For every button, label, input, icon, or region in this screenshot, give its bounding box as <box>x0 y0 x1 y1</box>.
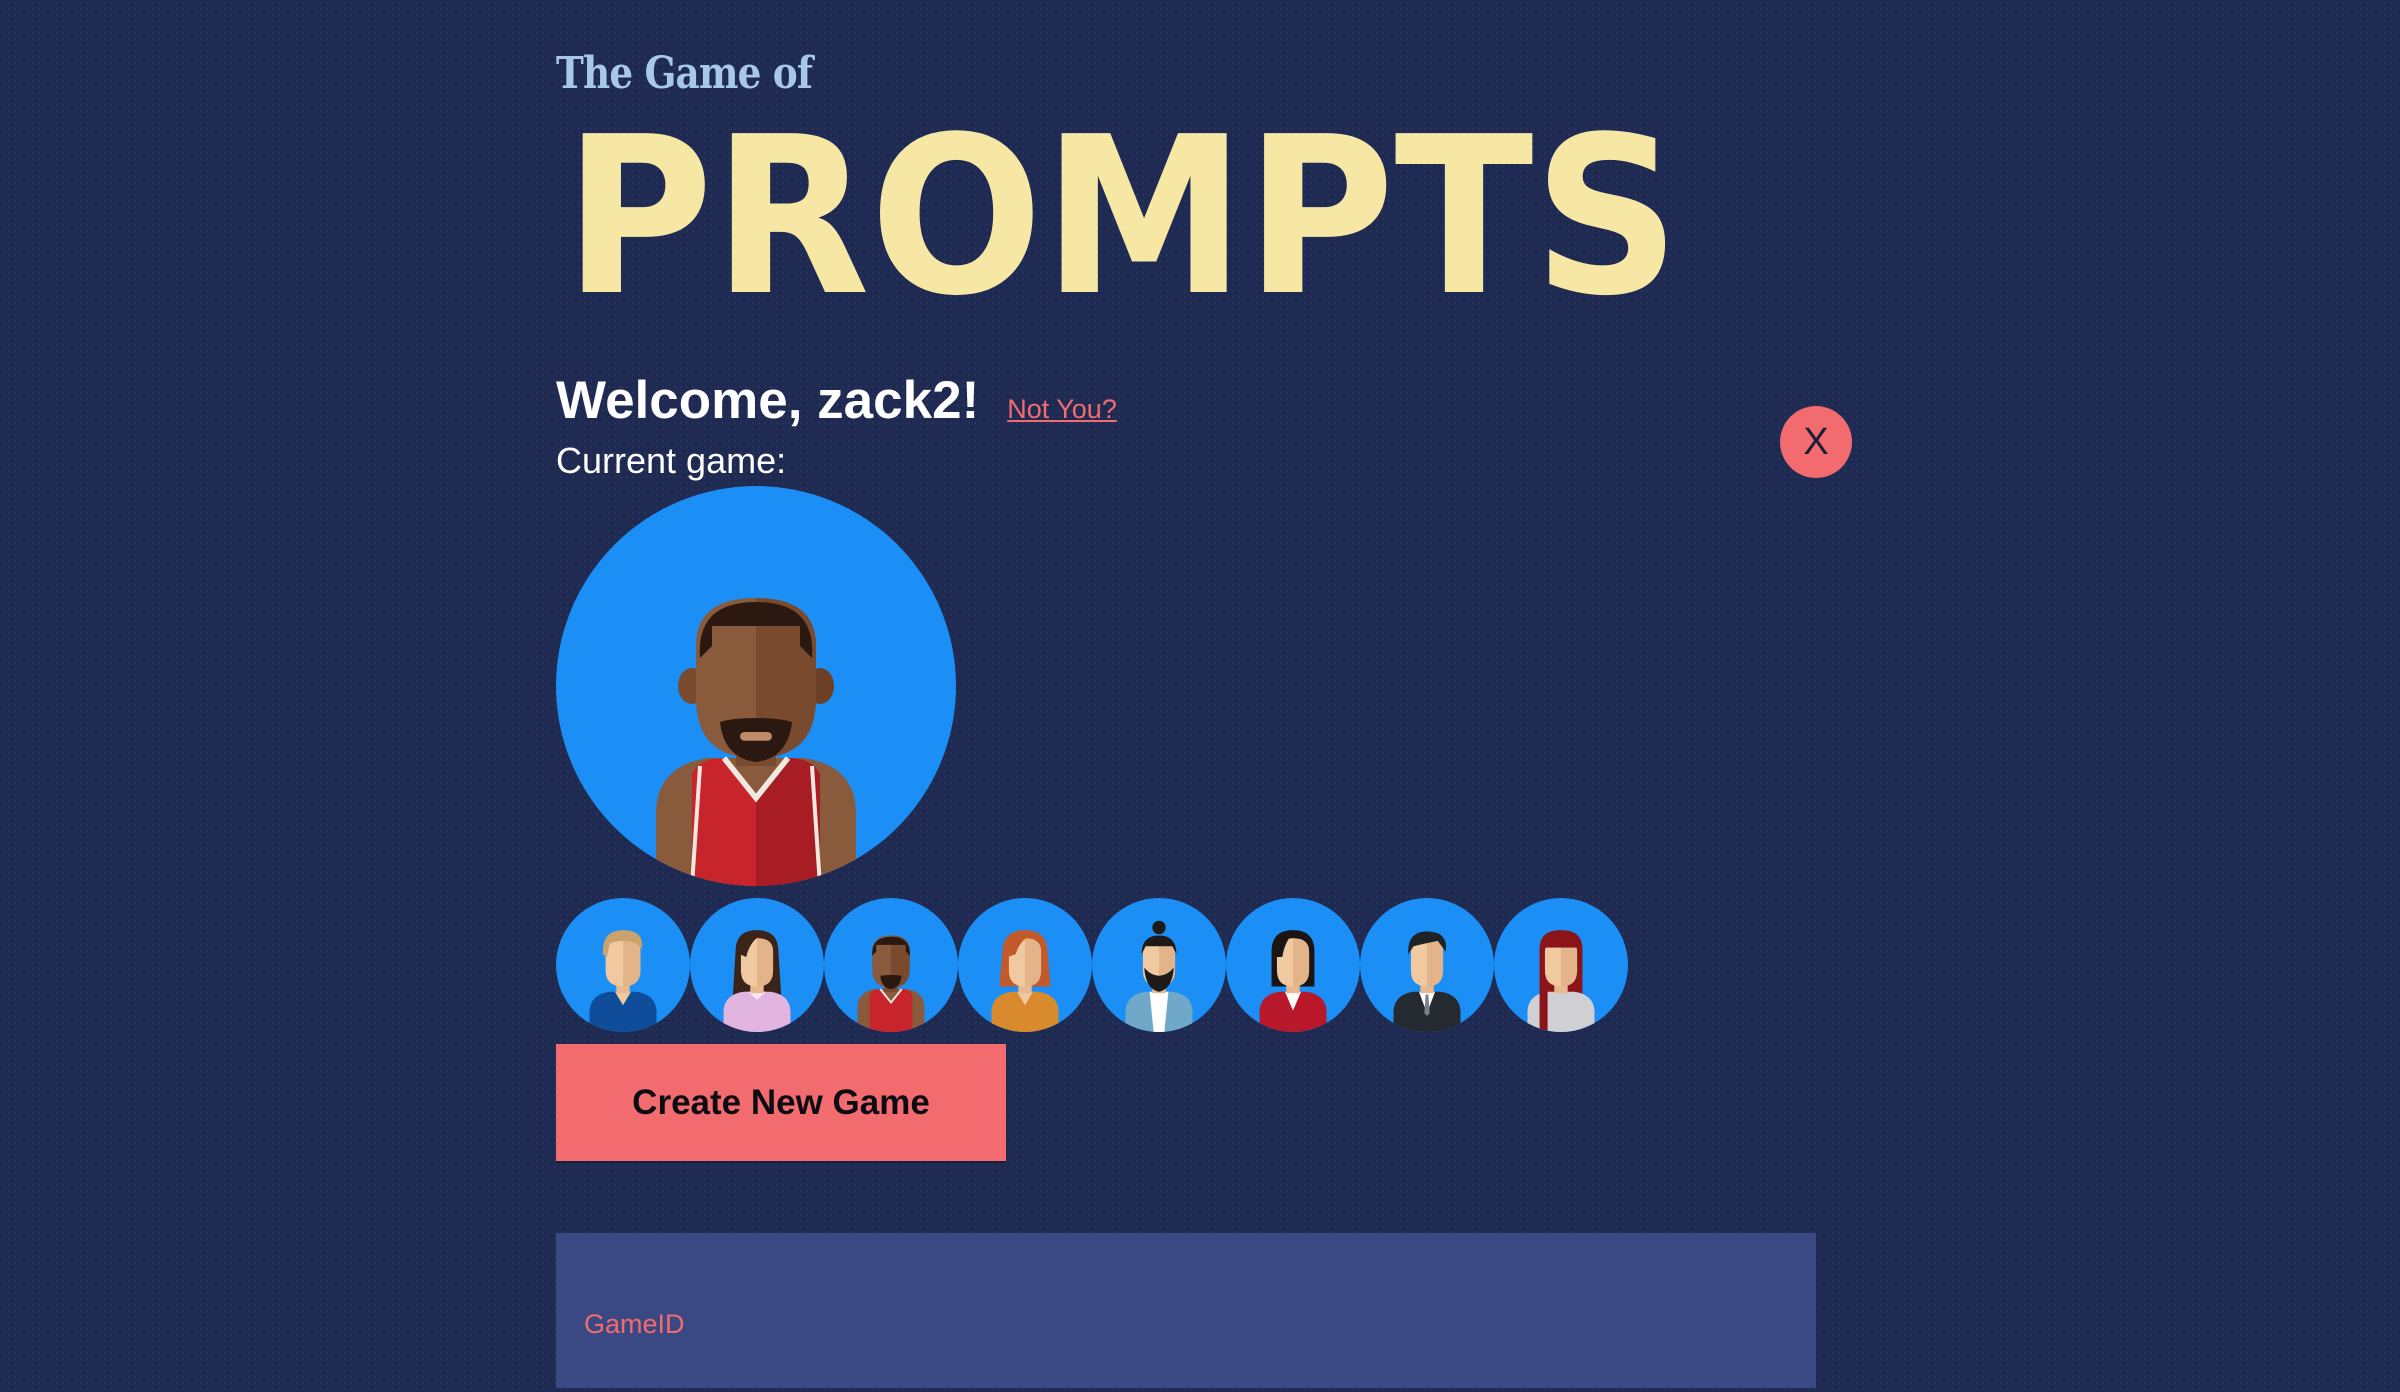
avatar-redhead-woman-icon[interactable] <box>958 898 1092 1032</box>
svg-text:PROMPTS: PROMPTS <box>564 118 1680 308</box>
avatar-bearded-man-icon[interactable] <box>1092 898 1226 1032</box>
welcome-row: Welcome, zack2! Not You? <box>556 370 1117 431</box>
avatar-blond-man-icon[interactable] <box>556 898 690 1032</box>
current-game-label: Current game: <box>556 440 787 481</box>
logo-subtitle: The Game of <box>556 48 813 99</box>
welcome-heading: Welcome, zack2! <box>556 371 980 430</box>
avatar-woman-lavender-icon[interactable] <box>690 898 824 1032</box>
not-you-link[interactable]: Not You? <box>1007 394 1117 425</box>
create-new-game-button[interactable]: Create New Game <box>556 1044 1006 1161</box>
avatar-basketball-player-icon[interactable] <box>824 898 958 1032</box>
prompts-logo: PROMPTS <box>564 118 1680 308</box>
avatar-options-row <box>556 898 1636 1032</box>
avatar-woman-red-blazer-icon[interactable] <box>1226 898 1360 1032</box>
avatar-woman-red-hair-icon[interactable] <box>1494 898 1628 1032</box>
gameid-input[interactable] <box>556 1233 1816 1388</box>
close-button[interactable]: X <box>1780 406 1852 478</box>
selected-avatar-basketball-player-icon <box>556 486 956 886</box>
avatar-man-in-suit-icon[interactable] <box>1360 898 1494 1032</box>
main-panel: The Game of PROMPTS Welcome, zack2! Not … <box>556 0 1856 1392</box>
